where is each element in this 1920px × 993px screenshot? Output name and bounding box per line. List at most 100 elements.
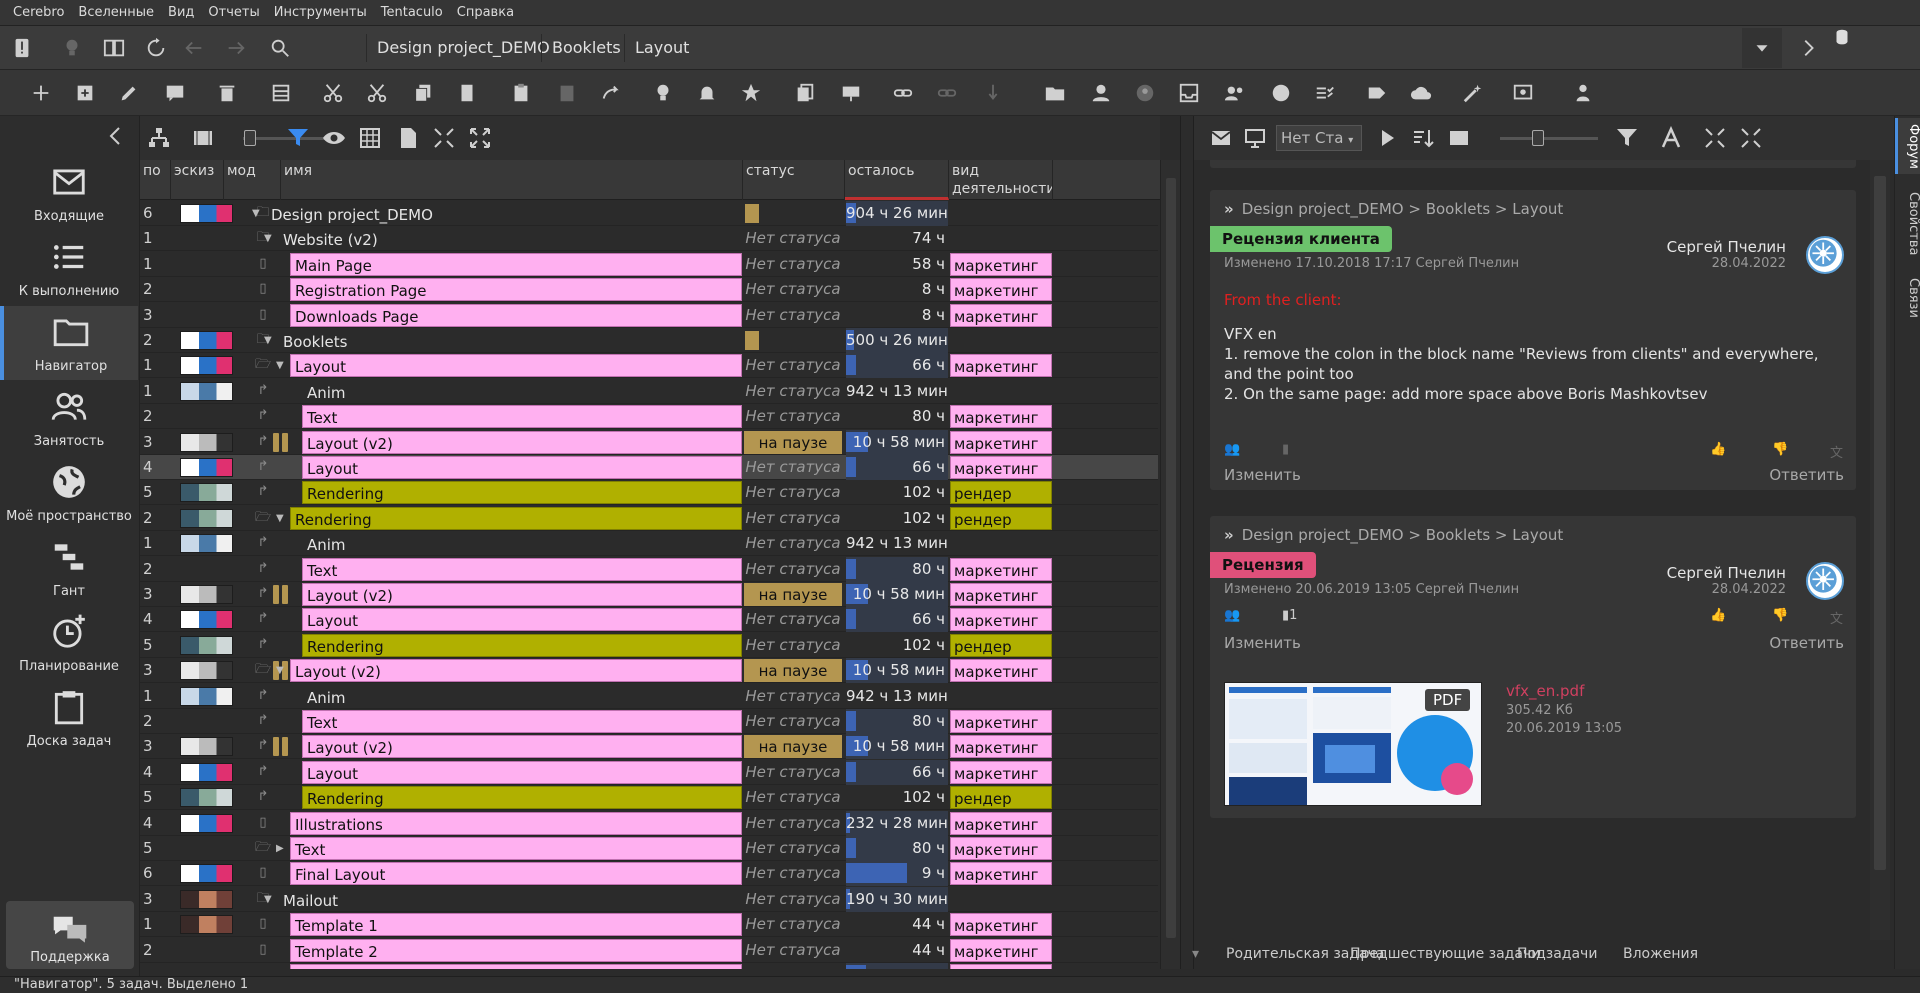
font-size-icon[interactable] — [1656, 124, 1686, 152]
expand-triangle-icon[interactable]: ▼ — [264, 887, 276, 912]
stack-icon[interactable] — [266, 79, 296, 107]
presentation-icon[interactable] — [836, 79, 866, 107]
task-name[interactable]: Layout — [290, 354, 742, 378]
card-path[interactable]: » Design project_DEMO > Booklets > Layout — [1224, 526, 1563, 544]
cut-icon[interactable] — [318, 79, 348, 107]
tab-properties[interactable]: Свойства — [1895, 184, 1920, 264]
collapse-sidebar-icon[interactable] — [104, 124, 128, 148]
task-name[interactable]: Design project_DEMO — [266, 202, 742, 225]
status-cell[interactable]: Нет статуса — [744, 861, 842, 886]
task-name[interactable]: Illustrations — [290, 811, 742, 835]
play-icon[interactable] — [1372, 124, 1402, 152]
row-thumbnail[interactable] — [180, 915, 233, 935]
task-name[interactable]: Website (v2) — [278, 227, 742, 250]
cloud-icon[interactable] — [1406, 79, 1436, 107]
task-name[interactable]: Registration Page — [290, 278, 742, 302]
chevron-right-icon[interactable] — [1792, 32, 1824, 64]
table-row[interactable]: 5 🗁 ▶ Text Нет статуса 80 ч маркетинг — [140, 836, 1158, 861]
table-row[interactable]: 4 ↱ Layout Нет статуса 66 ч маркетинг — [140, 455, 1158, 480]
bell-icon[interactable] — [692, 79, 722, 107]
sidebar-item-inbox[interactable]: Входящие — [0, 156, 138, 230]
sidebar-item-gantt[interactable]: Гант — [0, 531, 138, 605]
row-thumbnail[interactable] — [180, 483, 233, 503]
status-marker[interactable] — [745, 204, 759, 223]
row-thumbnail[interactable] — [180, 610, 233, 630]
add-icon[interactable] — [26, 79, 56, 107]
dropdown-arrow-icon[interactable] — [1742, 28, 1782, 68]
sidebar-item-navigator[interactable]: Навигатор — [0, 306, 138, 380]
table-row[interactable]: 1 ▯ Main Page Нет статуса 58 ч маркетинг — [140, 252, 1158, 277]
table-icon[interactable] — [355, 124, 385, 152]
translate-icon[interactable]: 文 — [1830, 608, 1843, 627]
collapsed-triangle-icon[interactable]: ▶ — [276, 836, 288, 861]
forum-scrollbar[interactable] — [1870, 160, 1890, 940]
edit-icon[interactable] — [114, 79, 144, 107]
user-circle-icon[interactable] — [1130, 79, 1160, 107]
col-header-mod[interactable]: мод — [224, 160, 281, 200]
activity-cell[interactable]: маркетинг — [950, 430, 1052, 454]
task-name[interactable]: Template 1 — [290, 913, 742, 937]
cut-link-icon[interactable] — [362, 79, 392, 107]
table-row[interactable]: 2 🗀 ▼ Booklets 500 ч 26 мин — [140, 328, 1158, 353]
activity-cell[interactable]: маркетинг — [950, 583, 1052, 606]
row-thumbnail[interactable] — [180, 737, 233, 757]
status-cell[interactable]: Нет статуса — [744, 912, 842, 937]
activity-cell[interactable]: маркетинг — [950, 557, 1052, 581]
monitor-icon[interactable] — [1240, 124, 1270, 152]
refresh-icon[interactable] — [140, 32, 172, 64]
expand-triangle-icon[interactable]: ▼ — [276, 658, 288, 683]
support-button[interactable]: Поддержка — [6, 901, 134, 969]
xls-export-icon[interactable] — [393, 124, 423, 152]
row-thumbnail[interactable] — [180, 762, 233, 782]
table-row[interactable]: 4 ↱ Layout Нет статуса 66 ч маркетинг — [140, 607, 1158, 633]
settings-screen-icon[interactable] — [1508, 79, 1538, 107]
sidebar-item-workload[interactable]: Занятость — [0, 381, 138, 455]
status-cell[interactable]: Нет статуса — [744, 557, 842, 582]
thumbs-down-icon[interactable]: 👎 — [1772, 442, 1788, 457]
user-icon[interactable] — [1086, 79, 1116, 107]
card-path[interactable]: » Design project_DEMO > Booklets > Layout — [1224, 200, 1563, 218]
copy-special-icon[interactable] — [452, 79, 482, 107]
task-name[interactable]: Template 2 — [290, 938, 742, 962]
row-thumbnail[interactable] — [180, 508, 233, 528]
preview-size-knob[interactable] — [1532, 130, 1544, 146]
task-name[interactable]: Downloads Page — [290, 303, 742, 327]
alert-icon[interactable] — [6, 32, 38, 64]
task-name[interactable]: Text — [290, 837, 742, 860]
table-row[interactable]: 1 🗁 ▼ Layout Нет статуса 66 ч маркетинг — [140, 353, 1158, 379]
table-row[interactable]: 6 🗀 ▼ Design project_DEMO 904 ч 26 мин — [140, 201, 1158, 226]
paste-icon[interactable] — [506, 79, 536, 107]
menu-universes[interactable]: Вселенные — [71, 0, 161, 26]
link-icon[interactable] — [888, 79, 918, 107]
col-header-remaining[interactable]: осталось — [845, 160, 949, 200]
priority-icon[interactable] — [978, 79, 1008, 107]
filter-icon[interactable] — [283, 124, 313, 152]
row-thumbnail[interactable] — [180, 788, 233, 808]
breadcrumb-project[interactable]: Design project_DEMO — [366, 34, 560, 62]
eye-icon[interactable] — [319, 124, 349, 152]
table-row[interactable]: 3 ↱ Layout (v2) на паузе 10 ч 58 мин маркетин… — [140, 582, 1158, 607]
document-icon[interactable]: ▮ — [1282, 442, 1289, 457]
task-name[interactable]: Text — [302, 557, 742, 581]
activity-cell[interactable]: маркетинг — [950, 303, 1052, 327]
task-name[interactable]: Anim — [302, 380, 742, 403]
status-cell[interactable]: Нет статуса — [744, 455, 842, 480]
people-icon[interactable]: 👥 — [1224, 442, 1240, 457]
activity-cell[interactable]: маркетинг — [950, 760, 1052, 784]
activity-cell[interactable]: рендер — [950, 786, 1052, 810]
menu-view[interactable]: Вид — [161, 0, 201, 26]
star-icon[interactable] — [736, 79, 766, 107]
table-row[interactable]: 5 ↱ Rendering Нет статуса 102 ч рендер — [140, 480, 1158, 506]
task-name[interactable]: Layout — [302, 608, 742, 632]
expand-all-icon[interactable] — [1736, 124, 1766, 152]
copy-icon[interactable] — [408, 79, 438, 107]
table-row[interactable]: 3 ▯ TextНет статуса 47 ч 30 мин маркетинг — [140, 963, 1158, 969]
status-cell[interactable]: Нет статуса — [744, 760, 842, 785]
bulb-icon[interactable] — [648, 79, 678, 107]
activity-cell[interactable]: маркетинг — [950, 938, 1052, 962]
row-thumbnail[interactable] — [180, 432, 233, 452]
reply-link[interactable]: Ответить — [1769, 634, 1844, 652]
status-cell[interactable]: Нет статуса — [744, 938, 842, 963]
status-cell[interactable]: Нет статуса — [744, 226, 842, 251]
status-cell[interactable]: Нет статуса — [744, 303, 842, 328]
